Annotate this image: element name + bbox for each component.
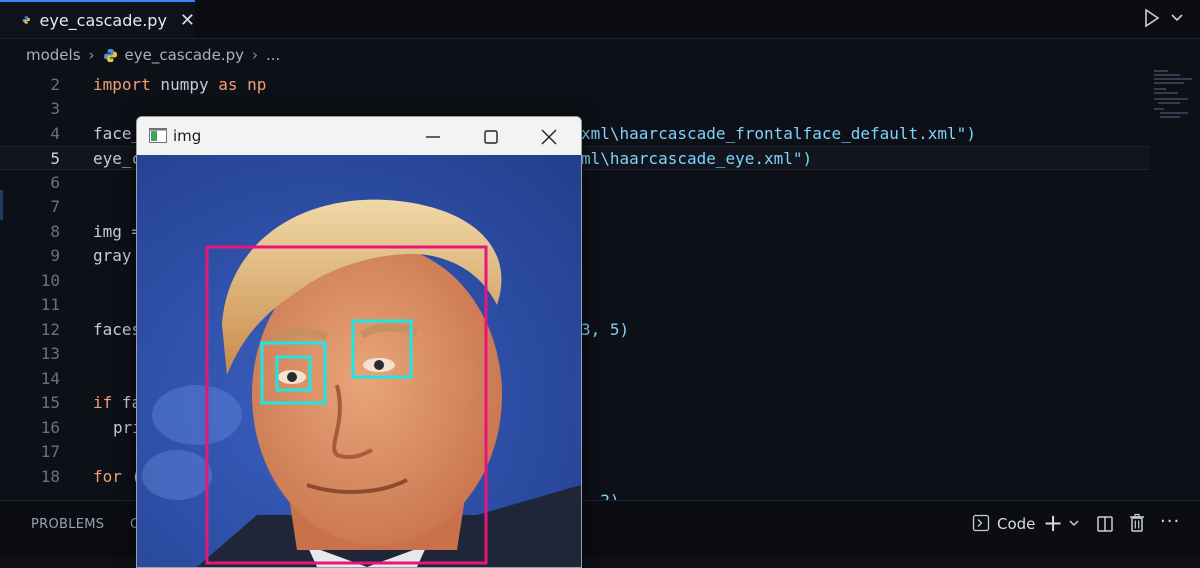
window-titlebar[interactable]: img bbox=[137, 117, 581, 155]
code-text: , 2) bbox=[581, 489, 620, 500]
line-number: 4 bbox=[50, 124, 60, 143]
code-text: face_ bbox=[93, 124, 142, 143]
chevron-right-icon: › bbox=[88, 46, 95, 64]
line-number: 13 bbox=[40, 344, 60, 363]
breadcrumb: models › eye_cascade.py › ... bbox=[26, 44, 280, 66]
trash-icon[interactable] bbox=[1128, 513, 1146, 533]
line-number: 16 bbox=[40, 418, 60, 437]
tab-eye-cascade[interactable]: eye_cascade.py ✕ bbox=[0, 0, 195, 38]
code-text: gray bbox=[93, 246, 132, 265]
breadcrumb-folder[interactable]: models bbox=[26, 46, 81, 64]
run-icon[interactable] bbox=[1143, 8, 1161, 28]
terminal-name[interactable]: Code bbox=[997, 515, 1035, 533]
editor-tab-bar: eye_cascade.py ✕ bbox=[0, 0, 1200, 39]
breadcrumb-file[interactable]: eye_cascade.py bbox=[125, 46, 244, 64]
line-number: 17 bbox=[40, 442, 60, 461]
line-number: 2 bbox=[50, 75, 60, 94]
close-icon[interactable] bbox=[537, 125, 561, 149]
split-terminal-icon[interactable] bbox=[1096, 515, 1114, 533]
chevron-right-icon: › bbox=[251, 46, 258, 64]
line-number: 15 bbox=[40, 393, 60, 412]
minimap[interactable] bbox=[1150, 68, 1200, 128]
tab-problems[interactable]: PROBLEMS bbox=[31, 517, 104, 532]
code-text: import numpy as np bbox=[93, 75, 267, 94]
line-number: 18 bbox=[40, 467, 60, 486]
line-number: 5 bbox=[50, 149, 60, 168]
chevron-down-icon[interactable] bbox=[1068, 517, 1080, 529]
line-number: 3 bbox=[50, 99, 60, 118]
python-file-icon bbox=[103, 48, 117, 62]
code-text: eye_c bbox=[93, 149, 142, 168]
gutter-marker bbox=[0, 190, 3, 220]
window-title: img bbox=[173, 127, 202, 145]
breadcrumb-more[interactable]: ... bbox=[266, 46, 280, 64]
code-text: faces bbox=[93, 320, 142, 339]
line-number: 11 bbox=[40, 295, 60, 314]
code-line[interactable]: 2 import numpy as np bbox=[0, 73, 1150, 97]
line-number: 9 bbox=[50, 246, 60, 265]
code-text: for ( bbox=[93, 467, 142, 486]
chevron-down-icon[interactable] bbox=[1170, 10, 1184, 24]
image-window[interactable]: img bbox=[136, 116, 582, 568]
line-number: 7 bbox=[50, 197, 60, 216]
detection-photo bbox=[137, 155, 581, 567]
code-text: 3, 5) bbox=[581, 320, 630, 339]
add-terminal-icon[interactable]: + bbox=[1043, 509, 1063, 537]
tab-label: eye_cascade.py bbox=[39, 10, 167, 30]
code-text: ml\haarcascade_eye.xml") bbox=[581, 149, 813, 168]
code-text: img = bbox=[93, 222, 142, 241]
code-text: if fa bbox=[93, 393, 142, 412]
window-app-icon bbox=[149, 128, 167, 143]
line-number: 14 bbox=[40, 369, 60, 388]
code-text: xml\haarcascade_frontalface_default.xml"… bbox=[581, 124, 976, 143]
close-tab-icon[interactable]: ✕ bbox=[180, 10, 195, 31]
terminal-icon[interactable] bbox=[972, 514, 990, 532]
line-number: 12 bbox=[40, 320, 60, 339]
python-file-icon bbox=[22, 16, 30, 24]
line-number: 10 bbox=[40, 271, 60, 290]
line-number: 6 bbox=[50, 173, 60, 192]
more-actions-icon[interactable]: ··· bbox=[1160, 511, 1180, 532]
maximize-icon[interactable] bbox=[479, 125, 503, 149]
minimize-icon[interactable] bbox=[421, 125, 445, 149]
line-number: 8 bbox=[50, 222, 60, 241]
